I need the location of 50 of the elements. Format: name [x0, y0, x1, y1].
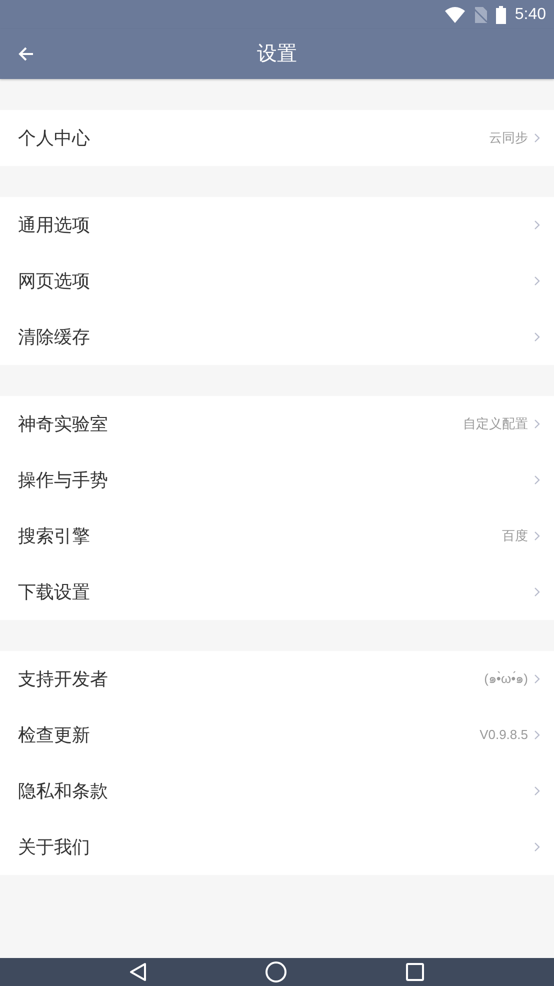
settings-row[interactable]: 通用选项	[0, 197, 554, 253]
status-time: 5:40	[514, 4, 546, 24]
battery-icon	[494, 6, 507, 24]
chevron-icon	[534, 786, 540, 796]
row-label: 神奇实验室	[18, 412, 109, 436]
settings-row[interactable]: 神奇实验室 自定义配置	[0, 396, 554, 452]
row-label: 支持开发者	[18, 668, 109, 690]
chevron-icon	[534, 276, 540, 286]
chevron-icon	[534, 587, 540, 597]
settings-row[interactable]: 支持开发者 (๑•̀ω•́๑)	[0, 651, 554, 707]
row-label: 操作与手势	[18, 468, 109, 492]
row-value: (๑•̀ω•́๑)	[484, 670, 528, 688]
settings-row[interactable]: 清除缓存	[0, 309, 554, 365]
settings-row[interactable]: 个人中心 云同步	[0, 110, 554, 166]
chevron-icon	[534, 674, 540, 684]
chevron-icon	[534, 332, 540, 342]
row-label: 搜索引擎	[18, 524, 91, 548]
settings-row[interactable]: 关于我们	[0, 819, 554, 875]
row-label: 检查更新	[18, 724, 91, 746]
row-label: 个人中心	[18, 126, 91, 150]
settings-row[interactable]: 检查更新 V0.9.8.5	[0, 707, 554, 763]
back-arrow-icon	[18, 46, 34, 62]
settings-row[interactable]: 操作与手势	[0, 452, 554, 508]
no-sim-icon	[472, 6, 487, 22]
row-value: 自定义配置	[463, 415, 528, 434]
row-label: 下载设置	[18, 580, 91, 604]
chevron-icon	[534, 730, 540, 740]
chevron-icon	[534, 419, 540, 429]
back-nav-icon[interactable]	[129, 962, 147, 982]
settings-row[interactable]: 下载设置	[0, 564, 554, 620]
settings-row[interactable]: 搜索引擎 百度	[0, 508, 554, 564]
chevron-icon	[534, 531, 540, 541]
row-label: 隐私和条款	[18, 780, 109, 802]
row-label: 关于我们	[18, 836, 91, 858]
toolbar-title: 设置	[257, 42, 297, 67]
wifi-icon	[444, 6, 465, 22]
recents-nav-icon[interactable]	[405, 962, 425, 982]
settings-row[interactable]: 网页选项	[0, 253, 554, 309]
chevron-icon	[534, 842, 540, 852]
row-value: 云同步	[489, 129, 528, 148]
row-label: 清除缓存	[18, 326, 91, 348]
row-label: 通用选项	[18, 214, 91, 236]
row-value: V0.9.8.5	[480, 726, 528, 744]
chevron-icon	[534, 475, 540, 485]
row-label: 网页选项	[18, 270, 91, 292]
home-nav-icon[interactable]	[265, 961, 287, 983]
chevron-icon	[534, 220, 540, 230]
row-value: 百度	[502, 527, 528, 546]
settings-row[interactable]: 隐私和条款	[0, 763, 554, 819]
chevron-icon	[534, 133, 540, 143]
